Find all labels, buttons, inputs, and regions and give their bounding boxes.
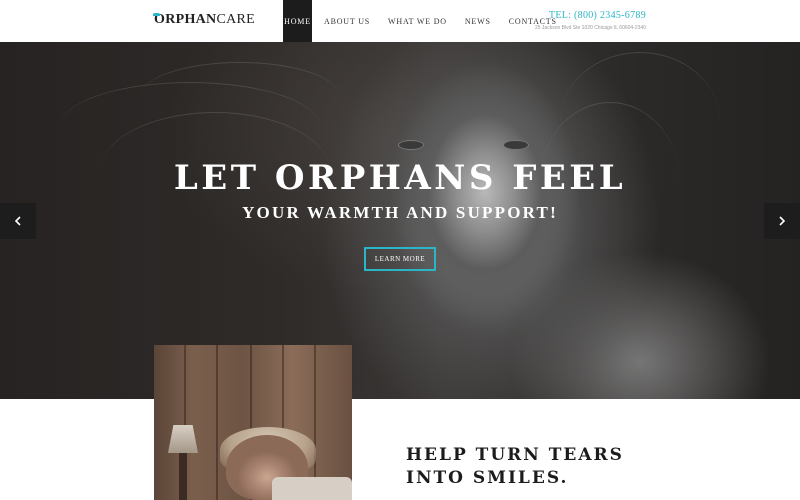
section-heading-line-1: HELP TURN TEARS (406, 445, 624, 465)
hero-title: LET ORPHANS FEEL (173, 158, 627, 198)
logo-mark-icon (153, 13, 160, 16)
slider-prev-button[interactable] (0, 203, 36, 239)
site-header: ORPHAN CARE HOME ABOUT US WHAT WE DO NEW… (0, 0, 800, 42)
logo-text-bold: ORPHAN (154, 12, 217, 27)
phone-number[interactable]: TEL: (800) 2345-6789 (535, 10, 646, 21)
section-heading-line-2: INTO SMILES. (406, 468, 569, 488)
section-heading: HELP TURN TEARS INTO SMILES. (406, 444, 624, 490)
site-logo[interactable]: ORPHAN CARE (153, 10, 256, 30)
nav-what-we-do[interactable]: WHAT WE DO (379, 0, 456, 42)
chevron-left-icon (14, 216, 21, 226)
slider-next-button[interactable] (764, 203, 800, 239)
main-nav: HOME ABOUT US WHAT WE DO NEWS CONTACTS (283, 0, 566, 42)
address-text: 25 Jackson Blvd Ste 1020 Chicago IL 6060… (534, 25, 646, 31)
nav-news[interactable]: NEWS (456, 0, 500, 42)
hero-subtitle: YOUR WARMTH AND SUPPORT! (242, 203, 558, 222)
header-contact: TEL: (800) 2345-6789 25 Jackson Blvd Ste… (535, 10, 646, 31)
logo-text-light: CARE (216, 12, 256, 27)
chevron-right-icon (779, 216, 786, 226)
child-photo (154, 345, 352, 500)
learn-more-button[interactable]: LEARN MORE (364, 247, 436, 271)
nav-about-us[interactable]: ABOUT US (315, 0, 379, 42)
nav-home[interactable]: HOME (283, 0, 312, 42)
hero-slider: LET ORPHANS FEEL YOUR WARMTH AND SUPPORT… (0, 42, 800, 399)
